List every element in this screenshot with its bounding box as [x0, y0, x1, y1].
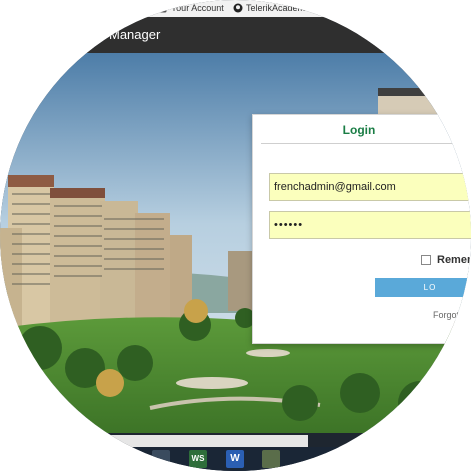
github-icon [233, 3, 243, 13]
bookmark-telerik-label: TelerikAcadem [246, 3, 306, 13]
remember-me-label: Remem [437, 254, 471, 266]
email-field[interactable] [269, 173, 471, 201]
settings-app-icon[interactable] [262, 450, 280, 468]
top-navbar: Manager [0, 17, 471, 53]
password-field[interactable] [269, 211, 471, 239]
login-panel: Login Remem LO Forgot [252, 114, 471, 344]
navbar-brand[interactable]: Manager [109, 27, 160, 42]
taskbar-app-icon[interactable] [152, 450, 170, 468]
login-button[interactable]: LO [375, 278, 471, 297]
account-icon [158, 3, 168, 13]
word-icon[interactable]: W [226, 450, 244, 468]
bookmark-your-account[interactable]: Your Account [158, 3, 224, 13]
screen-circle: Your Account TelerikAcadem Manager Login… [0, 0, 471, 471]
login-title: Login [342, 123, 376, 137]
bookmark-telerik[interactable]: TelerikAcadem [233, 3, 305, 13]
checkbox-icon[interactable] [421, 255, 431, 265]
bookmarks-bar: Your Account TelerikAcadem [0, 0, 471, 18]
forgot-password-link[interactable]: Forgot [433, 310, 459, 320]
login-divider [261, 143, 471, 144]
bookmark-your-account-label: Your Account [171, 3, 224, 13]
ws-app-icon[interactable]: WS [189, 450, 207, 468]
footer-bar [100, 435, 308, 447]
remember-me[interactable]: Remem [421, 254, 471, 266]
